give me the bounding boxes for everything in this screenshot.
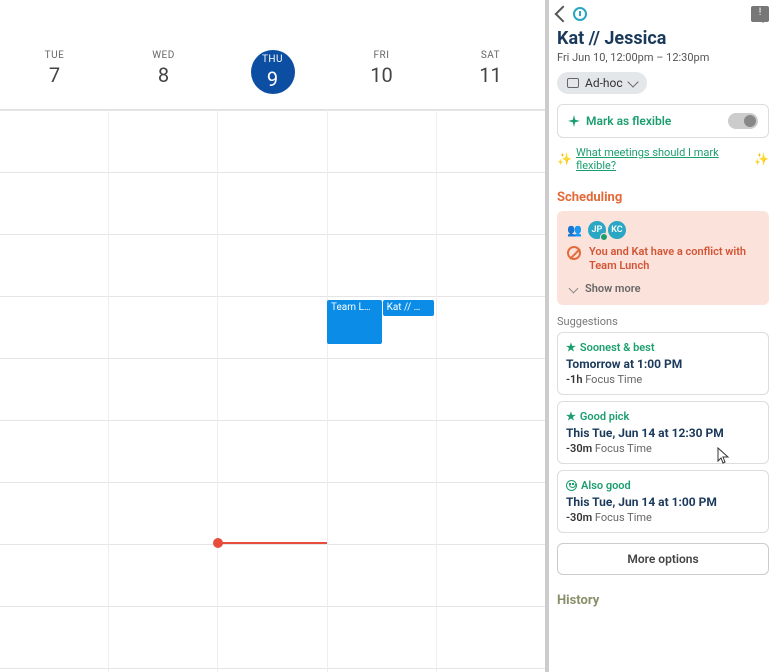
- suggestion-time: This Tue, Jun 14 at 12:30 PM: [566, 426, 760, 440]
- conflict-card: 👥 JP KC You and Kat have a conflict with…: [557, 211, 769, 305]
- star-icon: ★: [566, 410, 576, 423]
- grid-col[interactable]: [109, 110, 218, 672]
- grid-col[interactable]: [437, 110, 545, 672]
- suggestion-time: This Tue, Jun 14 at 1:00 PM: [566, 495, 760, 509]
- day-number: 11: [436, 63, 545, 87]
- impact-label: Focus Time: [595, 511, 652, 524]
- day-column-wed[interactable]: WED 8: [109, 50, 218, 109]
- suggestion-card[interactable]: Also good This Tue, Jun 14 at 1:00 PM -3…: [557, 470, 769, 533]
- suggestion-tag: Soonest & best: [580, 341, 655, 354]
- impact-label: Focus Time: [595, 442, 652, 455]
- back-icon[interactable]: [555, 6, 572, 23]
- status-badge: [600, 233, 608, 241]
- show-more-label: Show more: [585, 282, 641, 295]
- suggestion-impact: -30m Focus Time: [566, 442, 760, 455]
- today-circle: THU 9: [251, 50, 295, 94]
- conflict-text: You and Kat have a conflict with Team Lu…: [589, 245, 759, 274]
- mark-flexible-label: Mark as flexible: [586, 114, 671, 128]
- conflict-icon: [567, 246, 581, 260]
- avatar-jp[interactable]: JP: [588, 221, 606, 239]
- show-more-row[interactable]: Show more: [567, 282, 759, 295]
- day-number: 8: [109, 63, 218, 87]
- category-chip[interactable]: Ad-hoc: [557, 72, 647, 94]
- suggestions-label: Suggestions: [557, 315, 769, 328]
- mark-flexible-toggle[interactable]: [728, 113, 758, 129]
- mark-flexible-card: Mark as flexible: [557, 104, 769, 138]
- calendar: TUE 7 WED 8 THU 9 FRI 10 SAT 11: [0, 0, 549, 672]
- suggestion-card[interactable]: ★ Soonest & best Tomorrow at 1:00 PM -1h …: [557, 332, 769, 395]
- day-column-thu-today[interactable]: THU 9: [218, 50, 327, 109]
- people-icon: 👥: [567, 223, 582, 237]
- suggestion-tag: Also good: [581, 479, 631, 492]
- impact-delta: -30m: [566, 442, 592, 455]
- tag-icon: [567, 78, 579, 88]
- smile-icon: [566, 480, 577, 491]
- history-header: History: [557, 593, 769, 608]
- day-column-fri[interactable]: FRI 10: [327, 50, 436, 109]
- more-options-button[interactable]: More options: [557, 543, 769, 575]
- day-of-week: TUE: [0, 50, 109, 61]
- impact-delta: -1h: [566, 373, 582, 386]
- event-title: Kat // Jessica: [557, 28, 769, 49]
- scheduling-header: Scheduling: [557, 190, 769, 205]
- day-number: 9: [267, 67, 278, 91]
- day-column-sat[interactable]: SAT 11: [436, 50, 545, 109]
- day-number: 7: [0, 63, 109, 87]
- sparkle-emoji: ✨: [754, 152, 769, 166]
- event-kat-jessica[interactable]: Kat // …: [383, 300, 435, 316]
- flexible-help-link[interactable]: What meetings should I mark flexible?: [576, 146, 750, 172]
- now-indicator-dot: [213, 538, 223, 548]
- avatar-initials: KC: [611, 225, 622, 235]
- clock-icon[interactable]: [573, 7, 587, 21]
- calendar-header: TUE 7 WED 8 THU 9 FRI 10 SAT 11: [0, 50, 545, 110]
- day-number: 10: [327, 63, 436, 87]
- sparkle-icon: [568, 115, 580, 127]
- day-of-week: THU: [262, 54, 283, 65]
- avatar-kc[interactable]: KC: [608, 221, 626, 239]
- attendee-avatars: 👥 JP KC: [567, 221, 759, 239]
- event-time: Fri Jun 10, 12:00pm – 12:30pm: [557, 51, 769, 64]
- now-indicator-line: [218, 542, 327, 544]
- calendar-columns: [0, 110, 545, 672]
- panel-topbar: !: [557, 6, 769, 22]
- grid-col[interactable]: [328, 110, 437, 672]
- event-panel: ! Kat // Jessica Fri Jun 10, 12:00pm – 1…: [549, 0, 777, 672]
- day-of-week: WED: [109, 50, 218, 61]
- day-of-week: SAT: [436, 50, 545, 61]
- suggestion-impact: -1h Focus Time: [566, 373, 760, 386]
- impact-delta: -30m: [566, 511, 592, 524]
- suggestion-impact: -30m Focus Time: [566, 511, 760, 524]
- chip-label: Ad-hoc: [585, 76, 623, 90]
- suggestion-time: Tomorrow at 1:00 PM: [566, 357, 760, 371]
- event-team-lunch[interactable]: Team L…: [327, 300, 382, 344]
- feedback-icon[interactable]: !: [751, 6, 769, 22]
- sparkle-emoji: ✨: [557, 152, 572, 166]
- grid-col[interactable]: [0, 110, 109, 672]
- flexible-info-row: ✨ What meetings should I mark flexible? …: [557, 146, 769, 172]
- day-column-tue[interactable]: TUE 7: [0, 50, 109, 109]
- chevron-down-icon: [569, 283, 579, 293]
- star-icon: ★: [566, 341, 576, 354]
- suggestion-tag: Good pick: [580, 410, 629, 423]
- impact-label: Focus Time: [585, 373, 642, 386]
- suggestion-card[interactable]: ★Good pick This Tue, Jun 14 at 12:30 PM …: [557, 401, 769, 464]
- calendar-grid[interactable]: Team L… Kat // …: [0, 110, 545, 672]
- day-of-week: FRI: [327, 50, 436, 61]
- grid-col[interactable]: [218, 110, 327, 672]
- chevron-down-icon: [627, 76, 638, 87]
